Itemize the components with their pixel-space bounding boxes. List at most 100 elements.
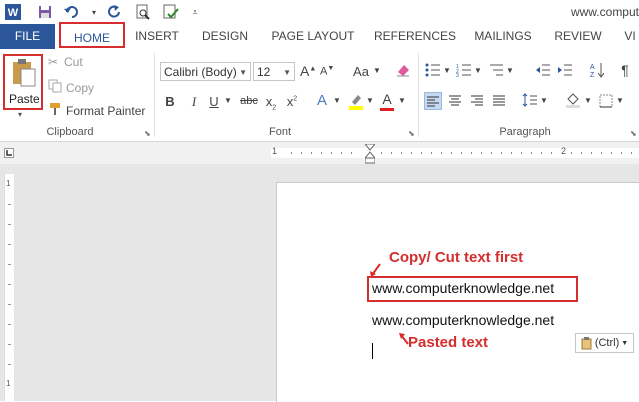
- tab-references[interactable]: REFERENCES: [374, 24, 456, 49]
- font-size-combo[interactable]: 12 ▼: [253, 62, 295, 81]
- tab-review[interactable]: REVIEW: [550, 24, 606, 49]
- save-icon[interactable]: [36, 3, 54, 21]
- cut-label: Cut: [64, 55, 83, 69]
- copied-text[interactable]: www.computerknowledge.net: [372, 280, 554, 296]
- indent-marker-icon[interactable]: [363, 143, 377, 164]
- borders-icon[interactable]: [598, 94, 614, 111]
- sort-icon[interactable]: AZ: [590, 62, 605, 81]
- chevron-down-icon: ▼: [283, 68, 291, 77]
- paste-options-button[interactable]: (Ctrl) ▼: [575, 333, 634, 353]
- undo-dropdown-icon[interactable]: ▾: [90, 3, 98, 21]
- pasted-text[interactable]: www.computerknowledge.net: [372, 312, 554, 328]
- chevron-down-icon[interactable]: ▼: [540, 96, 548, 105]
- customize-qat-icon[interactable]: ⩡: [190, 3, 200, 21]
- font-color-swatch: [380, 108, 394, 111]
- paste-icon: [13, 59, 36, 87]
- shrink-font-button[interactable]: A▼: [320, 65, 334, 78]
- align-left-button[interactable]: [424, 92, 442, 110]
- horizontal-ruler[interactable]: 1 2: [271, 143, 639, 164]
- align-right-icon[interactable]: [469, 94, 485, 109]
- highlight-button[interactable]: [347, 93, 365, 113]
- align-left-icon: [427, 96, 439, 107]
- ribbon: Paste ▾ ✂ Cut Copy Format Painter Clipbo…: [0, 49, 639, 142]
- text-cursor: [372, 343, 373, 359]
- tab-home[interactable]: HOME: [59, 22, 125, 48]
- align-center-icon[interactable]: [447, 94, 463, 109]
- strikethrough-button[interactable]: abc: [238, 95, 260, 107]
- group-divider: [154, 53, 155, 137]
- tab-insert[interactable]: INSERT: [132, 24, 182, 49]
- chevron-down-icon[interactable]: ▼: [506, 66, 514, 75]
- shading-icon[interactable]: [564, 92, 582, 111]
- tab-page-layout[interactable]: PAGE LAYOUT: [268, 24, 358, 49]
- superscript-button[interactable]: x2: [285, 94, 299, 109]
- ruler-bar: 1 2: [0, 142, 639, 164]
- chevron-down-icon: ▼: [239, 68, 247, 77]
- text-effects-button[interactable]: A: [314, 92, 330, 109]
- change-case-icon: Aa: [353, 64, 369, 79]
- font-color-button[interactable]: A: [379, 91, 395, 111]
- group-divider: [418, 53, 419, 137]
- font-name-value: Calibri (Body): [164, 65, 237, 79]
- format-painter-icon: [48, 102, 66, 119]
- chevron-down-icon[interactable]: ▼: [443, 66, 451, 75]
- show-formatting-button[interactable]: ¶: [618, 62, 632, 78]
- bullets-icon[interactable]: [425, 63, 441, 80]
- chevron-down-icon[interactable]: ▼: [584, 96, 592, 105]
- spellcheck-icon[interactable]: [162, 3, 180, 21]
- print-preview-icon[interactable]: [134, 3, 152, 21]
- chevron-down-icon[interactable]: ▼: [224, 96, 232, 105]
- underline-button[interactable]: U: [207, 94, 221, 109]
- chevron-down-icon[interactable]: ▼: [474, 66, 482, 75]
- ruler-mark-2: 2: [561, 146, 567, 156]
- redo-icon[interactable]: [106, 3, 124, 21]
- chevron-down-icon[interactable]: ▼: [366, 96, 374, 105]
- bold-button[interactable]: B: [163, 94, 177, 109]
- word-icon: W: [4, 3, 22, 21]
- clear-formatting-button[interactable]: [394, 62, 412, 81]
- clipboard-icon: [581, 336, 592, 349]
- chevron-down-icon[interactable]: ▼: [373, 66, 381, 75]
- multilevel-list-icon[interactable]: [488, 63, 504, 80]
- window-title: www.comput: [570, 5, 639, 19]
- clipboard-launcher-icon[interactable]: ⬊: [144, 129, 151, 138]
- paste-dropdown-icon[interactable]: ▾: [18, 110, 22, 119]
- quick-access-toolbar: W ▾ ⩡ www.comput: [0, 0, 639, 24]
- line-spacing-icon[interactable]: [522, 93, 538, 110]
- increase-indent-icon[interactable]: [557, 63, 573, 80]
- change-case-button[interactable]: Aa: [350, 64, 372, 79]
- grow-font-button[interactable]: A▲: [300, 63, 316, 79]
- tab-selector-icon[interactable]: [4, 148, 14, 158]
- font-launcher-icon[interactable]: ⬊: [408, 129, 415, 138]
- tab-mailings[interactable]: MAILINGS: [469, 24, 537, 49]
- format-painter-button[interactable]: Format Painter: [48, 102, 145, 119]
- font-group-label: Font: [268, 126, 291, 138]
- chevron-down-icon[interactable]: ▼: [333, 96, 341, 105]
- svg-text:3: 3: [456, 73, 459, 77]
- paste-button[interactable]: Paste: [3, 54, 43, 110]
- cut-button[interactable]: ✂ Cut: [48, 55, 83, 69]
- format-painter-label: Format Painter: [66, 103, 146, 118]
- clipboard-group-label: Clipboard: [46, 126, 94, 138]
- vertical-ruler[interactable]: 1 1: [4, 174, 14, 401]
- vruler-mark-2: 1: [6, 379, 11, 388]
- numbering-icon[interactable]: 123: [456, 63, 472, 80]
- copy-icon: [48, 79, 66, 96]
- scissors-icon: ✂: [48, 55, 59, 69]
- italic-button[interactable]: I: [187, 94, 201, 110]
- undo-icon[interactable]: [62, 3, 84, 21]
- subscript-button[interactable]: x2: [264, 94, 278, 112]
- tab-view[interactable]: VI: [621, 24, 639, 49]
- chevron-down-icon[interactable]: ▼: [398, 96, 406, 105]
- font-size-value: 12: [257, 65, 271, 79]
- justify-icon[interactable]: [491, 94, 507, 109]
- chevron-down-icon[interactable]: ▼: [616, 96, 624, 105]
- font-name-combo[interactable]: Calibri (Body) ▼: [160, 62, 251, 81]
- paragraph-launcher-icon[interactable]: ⬊: [630, 129, 637, 138]
- vruler-mark-1: 1: [6, 179, 11, 188]
- tab-design[interactable]: DESIGN: [198, 24, 252, 49]
- decrease-indent-icon[interactable]: [535, 63, 551, 80]
- tab-file[interactable]: FILE: [0, 24, 55, 49]
- copy-button[interactable]: Copy: [48, 79, 94, 96]
- paste-label: Paste: [9, 92, 40, 106]
